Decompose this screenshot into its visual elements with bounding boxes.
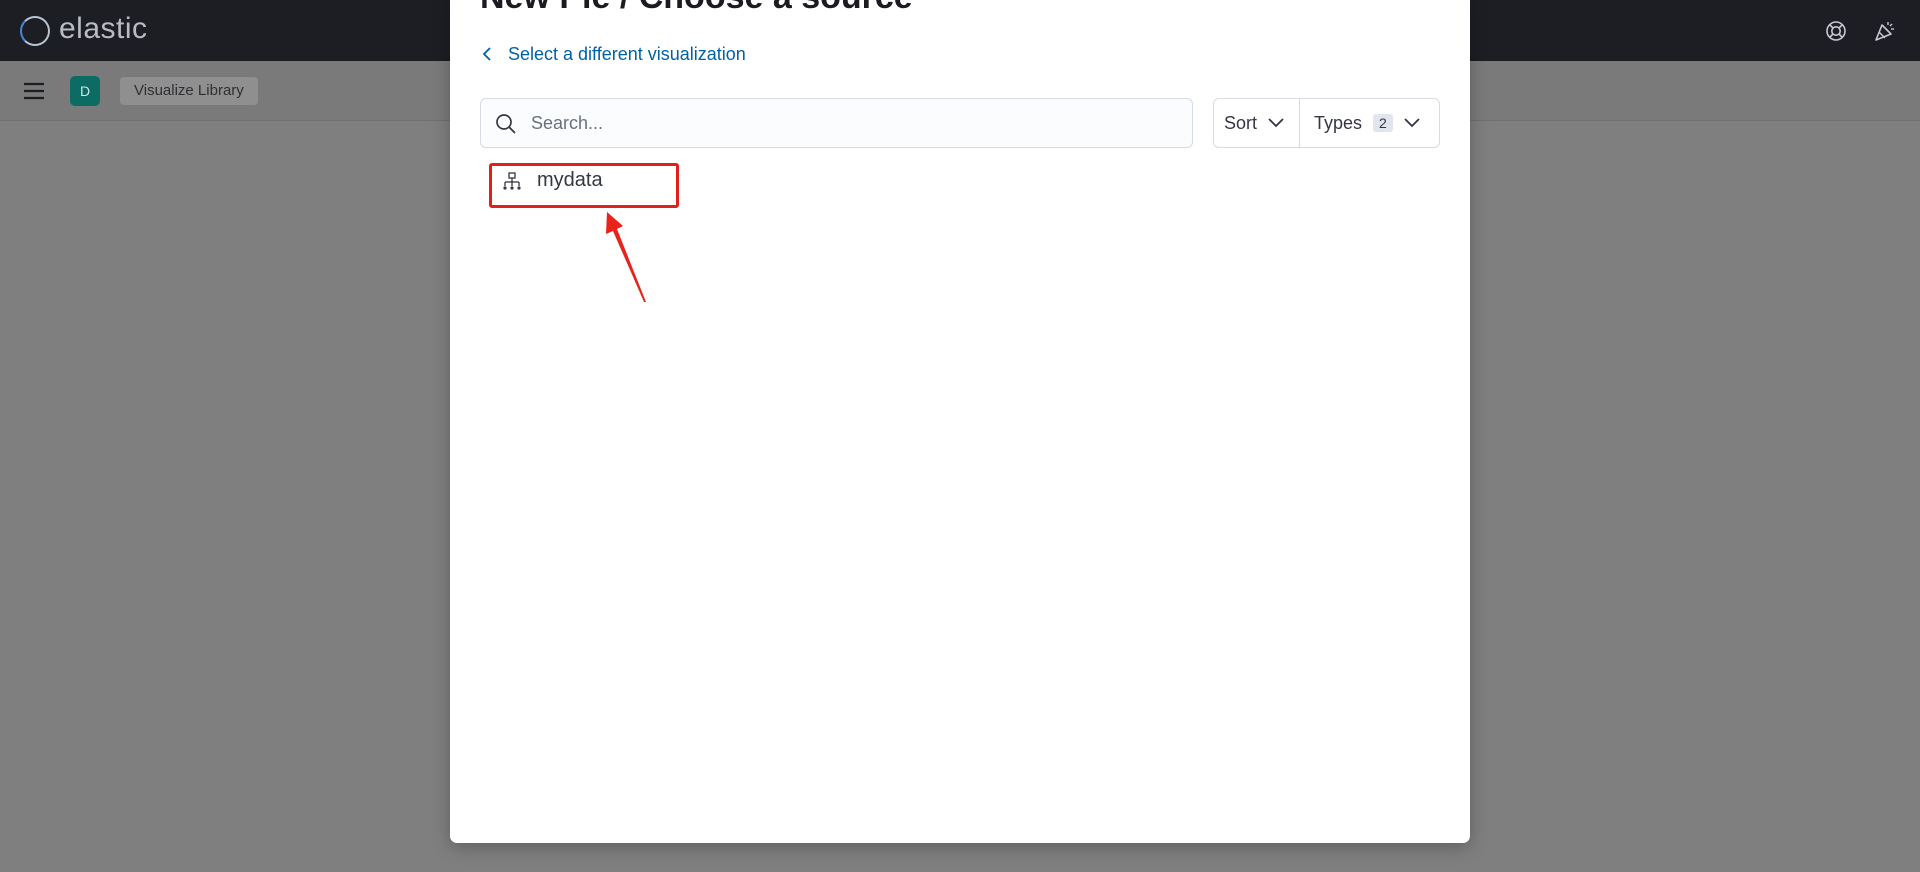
newsfeed-icon[interactable] [1873,19,1897,43]
list-item-mydata[interactable]: mydata [489,163,679,208]
chevron-down-icon [1404,118,1420,128]
chevron-down-icon [1268,118,1284,128]
space-avatar[interactable]: D [70,76,100,106]
chevron-left-icon [482,47,491,61]
search-input[interactable] [529,99,1179,147]
select-different-visualization-link[interactable]: Select a different visualization [480,40,746,68]
sort-label: Sort [1224,112,1258,133]
search-icon [496,114,516,134]
elastic-logo-icon[interactable] [20,16,50,46]
breadcrumb-visualize-library[interactable]: Visualize Library [120,77,258,105]
types-filter-button[interactable]: Types 2 [1300,99,1439,147]
sort-button[interactable]: Sort [1214,99,1300,147]
logo-text[interactable]: elastic [59,12,148,46]
search-field[interactable] [480,98,1193,148]
filter-group: Sort Types 2 [1213,98,1440,148]
annotation-arrow [606,212,646,302]
choose-source-modal: New Pie / Choose a source Select a diffe… [450,0,1470,843]
modal-title: New Pie / Choose a source [480,0,913,17]
back-link-label: Select a different visualization [508,43,746,64]
types-count-badge: 2 [1373,114,1393,132]
hamburger-menu-icon[interactable] [23,80,45,102]
help-icon[interactable] [1825,20,1847,42]
index-pattern-icon [503,172,521,190]
types-label: Types [1314,112,1363,133]
list-item-label: mydata [537,169,603,191]
